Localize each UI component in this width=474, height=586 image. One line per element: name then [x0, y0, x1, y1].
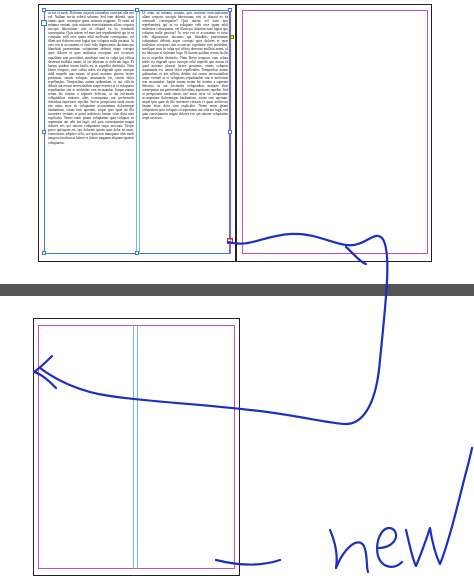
margin-guide-left: [38, 325, 39, 569]
frame-handle-top-left[interactable]: [42, 8, 46, 12]
text-column-1[interactable]: ut eos et modi. Dolorem corporis rationi…: [48, 11, 134, 252]
column-gutter-guide: [139, 10, 140, 254]
frame-handle-top-mid[interactable]: [135, 8, 139, 12]
frame-handle-top-right[interactable]: [228, 8, 232, 12]
spread-right-page[interactable]: [236, 4, 432, 262]
margin-guide-top: [38, 325, 234, 326]
text-frame-overset-icon[interactable]: [227, 237, 233, 245]
column-gutter-guide: [136, 10, 137, 254]
frame-handle-mid-left[interactable]: [42, 130, 46, 134]
text-column-2[interactable]: Ut enim ad minima veniam, quis nostrum e…: [142, 11, 228, 252]
margin-guide-right: [427, 10, 428, 254]
margin-guide-bottom: [38, 568, 234, 569]
text-frame-in-port-icon[interactable]: [41, 20, 47, 26]
margin-guide-top: [242, 10, 427, 11]
margin-guide-right: [234, 325, 235, 569]
frame-handle-bottom-left[interactable]: [42, 251, 46, 255]
new-e-stroke: [376, 527, 404, 568]
anchored-object-icon[interactable]: [230, 35, 234, 39]
column-gutter-guide: [137, 325, 138, 569]
pasteboard-divider: [0, 284, 474, 296]
frame-handle-bottom-mid[interactable]: [135, 251, 139, 255]
margin-guide-bottom: [242, 253, 427, 254]
frame-handle-mid-right[interactable]: [228, 130, 232, 134]
column-gutter-guide: [133, 325, 134, 569]
margin-guide-left: [242, 10, 243, 254]
new-n-stroke: [328, 528, 370, 574]
new-w-stroke: [404, 446, 474, 568]
